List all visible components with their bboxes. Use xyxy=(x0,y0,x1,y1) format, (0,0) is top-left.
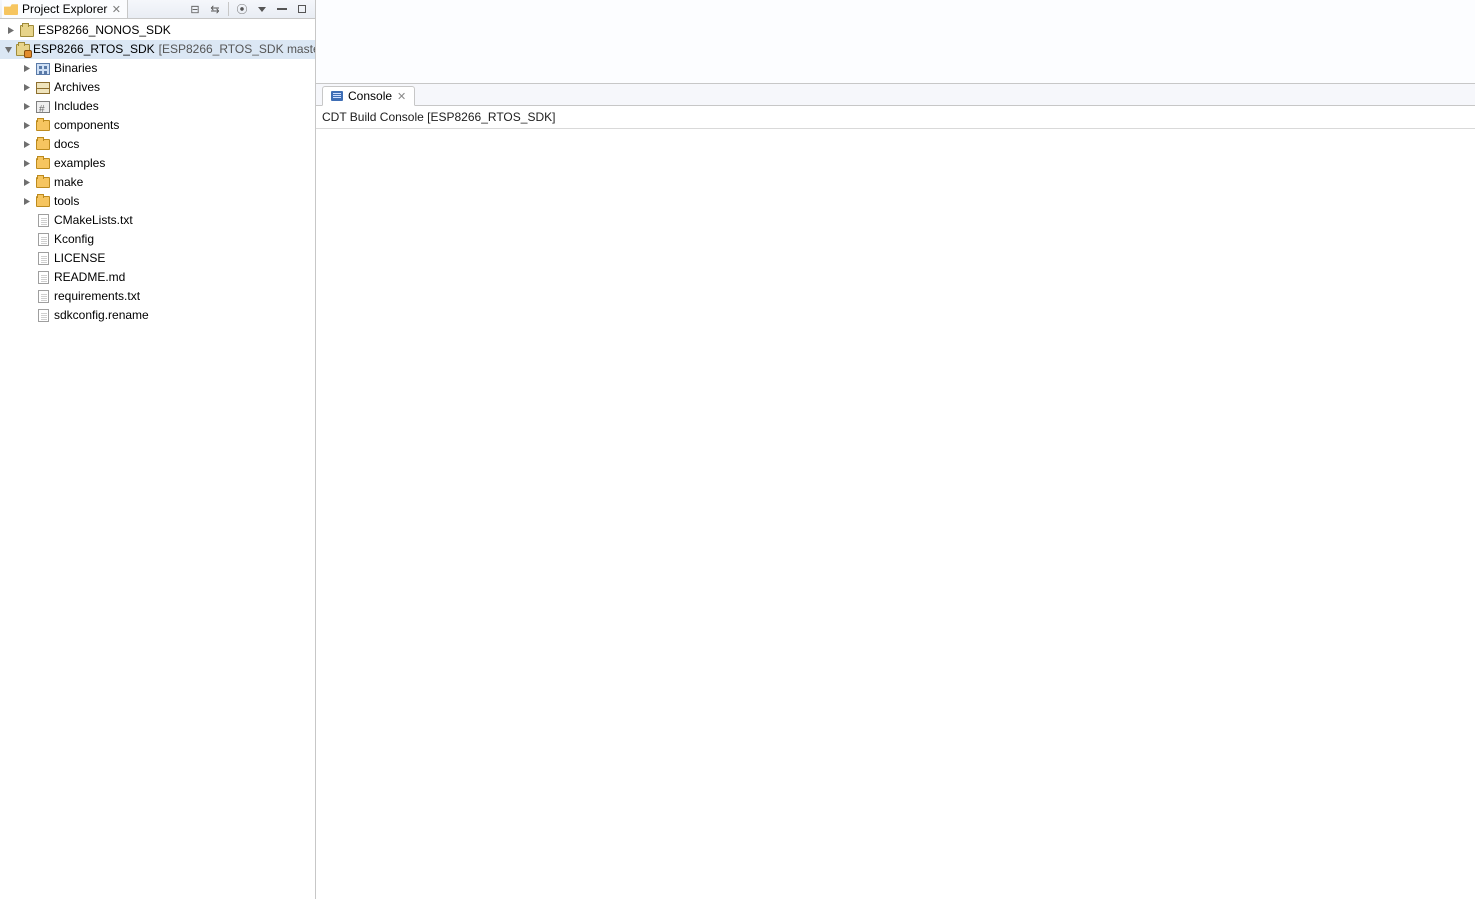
expand-icon[interactable] xyxy=(20,140,32,149)
file-icon xyxy=(38,290,49,303)
tree-item-label: tools xyxy=(54,192,79,211)
expand-icon[interactable] xyxy=(20,197,32,206)
minimize-icon xyxy=(277,8,287,10)
expand-icon[interactable] xyxy=(20,159,32,168)
tree-item[interactable]: examples xyxy=(0,154,315,173)
folder-icon xyxy=(4,3,18,15)
projgit-icon xyxy=(16,44,30,56)
project-explorer-panel: Project Explorer ✕ ⊟ ⇆ ⦿ ESP8266_NONOS_S… xyxy=(0,0,316,899)
expand-icon[interactable] xyxy=(20,121,32,130)
file-icon xyxy=(38,309,49,322)
console-output[interactable] xyxy=(316,129,1475,899)
folder-icon xyxy=(36,120,50,131)
file-icon xyxy=(38,252,49,265)
project-tree[interactable]: ESP8266_NONOS_SDKESP8266_RTOS_SDK[ESP826… xyxy=(0,19,315,899)
tree-item[interactable]: Kconfig xyxy=(0,230,315,249)
editor-and-console-area: Console ✕ CDT Build Console [ESP8266_RTO… xyxy=(316,0,1475,899)
tree-item[interactable]: Includes xyxy=(0,97,315,116)
console-panel: Console ✕ CDT Build Console [ESP8266_RTO… xyxy=(316,84,1475,899)
tree-item[interactable]: components xyxy=(0,116,315,135)
view-menu-button[interactable] xyxy=(253,1,271,17)
collapse-all-button[interactable]: ⊟ xyxy=(186,1,204,17)
tree-item[interactable]: CMakeLists.txt xyxy=(0,211,315,230)
chevron-down-icon xyxy=(258,7,266,12)
file-icon xyxy=(38,271,49,284)
console-tab[interactable]: Console ✕ xyxy=(322,86,415,106)
tree-item-label: Archives xyxy=(54,78,100,97)
toolbar-separator xyxy=(228,2,229,16)
folder-icon xyxy=(36,139,50,150)
console-icon xyxy=(331,91,343,101)
expand-icon[interactable] xyxy=(20,102,32,111)
console-header: CDT Build Console [ESP8266_RTOS_SDK] xyxy=(316,106,1475,129)
tree-item-label: components xyxy=(54,116,119,135)
expand-icon[interactable] xyxy=(20,64,32,73)
tree-item-label: CMakeLists.txt xyxy=(54,211,133,230)
collapse-icon[interactable] xyxy=(4,45,13,54)
focus-button[interactable]: ⦿ xyxy=(233,1,251,17)
close-icon[interactable]: ✕ xyxy=(397,90,406,103)
tree-item-label: make xyxy=(54,173,83,192)
tree-item-label: docs xyxy=(54,135,79,154)
explorer-header: Project Explorer ✕ ⊟ ⇆ ⦿ xyxy=(0,0,315,19)
tree-item-label: requirements.txt xyxy=(54,287,140,306)
tree-item[interactable]: requirements.txt xyxy=(0,287,315,306)
folder-icon xyxy=(36,177,50,188)
bin-icon xyxy=(36,63,50,75)
tree-item-label: README.md xyxy=(54,268,125,287)
tree-item[interactable]: Binaries xyxy=(0,59,315,78)
proj-icon xyxy=(20,25,34,37)
tree-item[interactable]: tools xyxy=(0,192,315,211)
inc-icon xyxy=(36,101,50,113)
editor-area[interactable] xyxy=(316,0,1475,84)
maximize-button[interactable] xyxy=(293,1,311,17)
tree-item[interactable]: make xyxy=(0,173,315,192)
arch-icon xyxy=(36,82,50,94)
tree-item-label: sdkconfig.rename xyxy=(54,306,149,325)
expand-icon[interactable] xyxy=(20,178,32,187)
close-icon[interactable]: ✕ xyxy=(111,3,121,16)
tree-item-label: Includes xyxy=(54,97,99,116)
tree-item-label: Binaries xyxy=(54,59,97,78)
file-icon xyxy=(38,214,49,227)
expand-icon[interactable] xyxy=(4,26,16,35)
tree-item-label: ESP8266_NONOS_SDK xyxy=(38,21,171,40)
tree-item-label: ESP8266_RTOS_SDK[ESP8266_RTOS_SDK master… xyxy=(33,40,315,59)
file-icon xyxy=(38,233,49,246)
minimize-button[interactable] xyxy=(273,1,291,17)
tree-item[interactable]: Archives xyxy=(0,78,315,97)
tree-item-label: Kconfig xyxy=(54,230,94,249)
console-tabbar: Console ✕ xyxy=(316,84,1475,106)
expand-icon[interactable] xyxy=(20,83,32,92)
explorer-tab[interactable]: Project Explorer ✕ xyxy=(2,0,128,18)
explorer-title: Project Explorer xyxy=(22,2,107,16)
tree-item-label: LICENSE xyxy=(54,249,105,268)
tree-item[interactable]: LICENSE xyxy=(0,249,315,268)
maximize-icon xyxy=(298,5,306,13)
link-with-editor-button[interactable]: ⇆ xyxy=(206,1,224,17)
tree-item[interactable]: ESP8266_NONOS_SDK xyxy=(0,21,315,40)
tree-item[interactable]: ESP8266_RTOS_SDK[ESP8266_RTOS_SDK master… xyxy=(0,40,315,59)
tree-item[interactable]: sdkconfig.rename xyxy=(0,306,315,325)
tree-item[interactable]: README.md xyxy=(0,268,315,287)
tree-item-label: examples xyxy=(54,154,105,173)
tree-item[interactable]: docs xyxy=(0,135,315,154)
console-tab-label: Console xyxy=(348,89,392,103)
folder-icon xyxy=(36,158,50,169)
explorer-toolbar: ⊟ ⇆ ⦿ xyxy=(186,1,313,17)
folder-icon xyxy=(36,196,50,207)
